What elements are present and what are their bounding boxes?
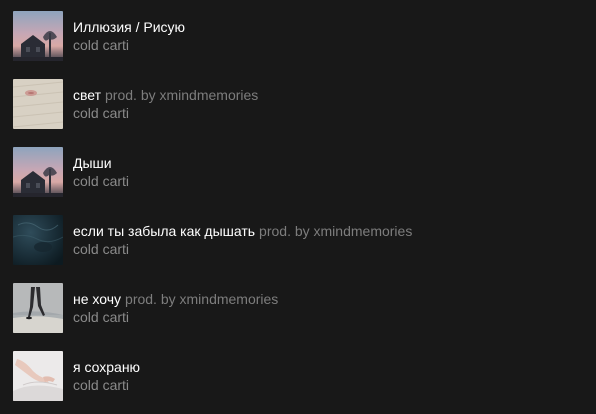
track-artist[interactable]: cold carti bbox=[73, 173, 129, 190]
track-title[interactable]: свет bbox=[73, 87, 101, 103]
track-title[interactable]: если ты забыла как дышать bbox=[73, 223, 255, 239]
album-cover[interactable] bbox=[13, 215, 63, 265]
track-row[interactable]: не хочу prod. by xmindmemories cold carti bbox=[13, 283, 573, 333]
album-cover[interactable] bbox=[13, 351, 63, 401]
track-row[interactable]: я сохраню cold carti bbox=[13, 351, 573, 401]
album-cover[interactable] bbox=[13, 283, 63, 333]
track-version: prod. by xmindmemories bbox=[125, 291, 279, 307]
track-title-line: если ты забыла как дышать prod. by xmindm… bbox=[73, 223, 412, 240]
track-version: prod. by xmindmemories bbox=[259, 223, 413, 239]
house-sunset-cover-image bbox=[13, 11, 63, 61]
track-title[interactable]: Дыши bbox=[73, 155, 112, 171]
track-title[interactable]: не хочу bbox=[73, 291, 121, 307]
track-title-line: Иллюзия / Рисую bbox=[73, 19, 185, 36]
track-artist[interactable]: cold carti bbox=[73, 37, 129, 54]
paper-lips-cover-image bbox=[13, 79, 63, 129]
album-cover[interactable] bbox=[13, 79, 63, 129]
track-title-line: не хочу prod. by xmindmemories bbox=[73, 291, 278, 308]
track-list: Иллюзия / Рисую cold carti свет prod. by … bbox=[0, 0, 596, 414]
track-title[interactable]: я сохраню bbox=[73, 359, 140, 375]
beach-legs-cover-image bbox=[13, 283, 63, 333]
track-artist[interactable]: cold carti bbox=[73, 241, 129, 258]
track-title-line: свет prod. by xmindmemories bbox=[73, 87, 258, 104]
underwater-cover-image bbox=[13, 215, 63, 265]
track-row[interactable]: Иллюзия / Рисую cold carti bbox=[13, 11, 573, 61]
track-row[interactable]: Дыши cold carti bbox=[13, 147, 573, 197]
album-cover[interactable] bbox=[13, 147, 63, 197]
track-artist[interactable]: cold carti bbox=[73, 309, 129, 326]
track-title[interactable]: Иллюзия / Рисую bbox=[73, 19, 185, 35]
track-artist[interactable]: cold carti bbox=[73, 377, 129, 394]
track-artist[interactable]: cold carti bbox=[73, 105, 129, 122]
album-cover[interactable] bbox=[13, 11, 63, 61]
hand-on-sheets-cover-image bbox=[13, 351, 63, 401]
track-title-line: я сохраню bbox=[73, 359, 140, 376]
house-sunset-cover-image bbox=[13, 147, 63, 197]
track-row[interactable]: свет prod. by xmindmemories cold carti bbox=[13, 79, 573, 129]
track-version: prod. by xmindmemories bbox=[105, 87, 259, 103]
track-title-line: Дыши bbox=[73, 155, 112, 172]
track-row[interactable]: если ты забыла как дышать prod. by xmindm… bbox=[13, 215, 573, 265]
